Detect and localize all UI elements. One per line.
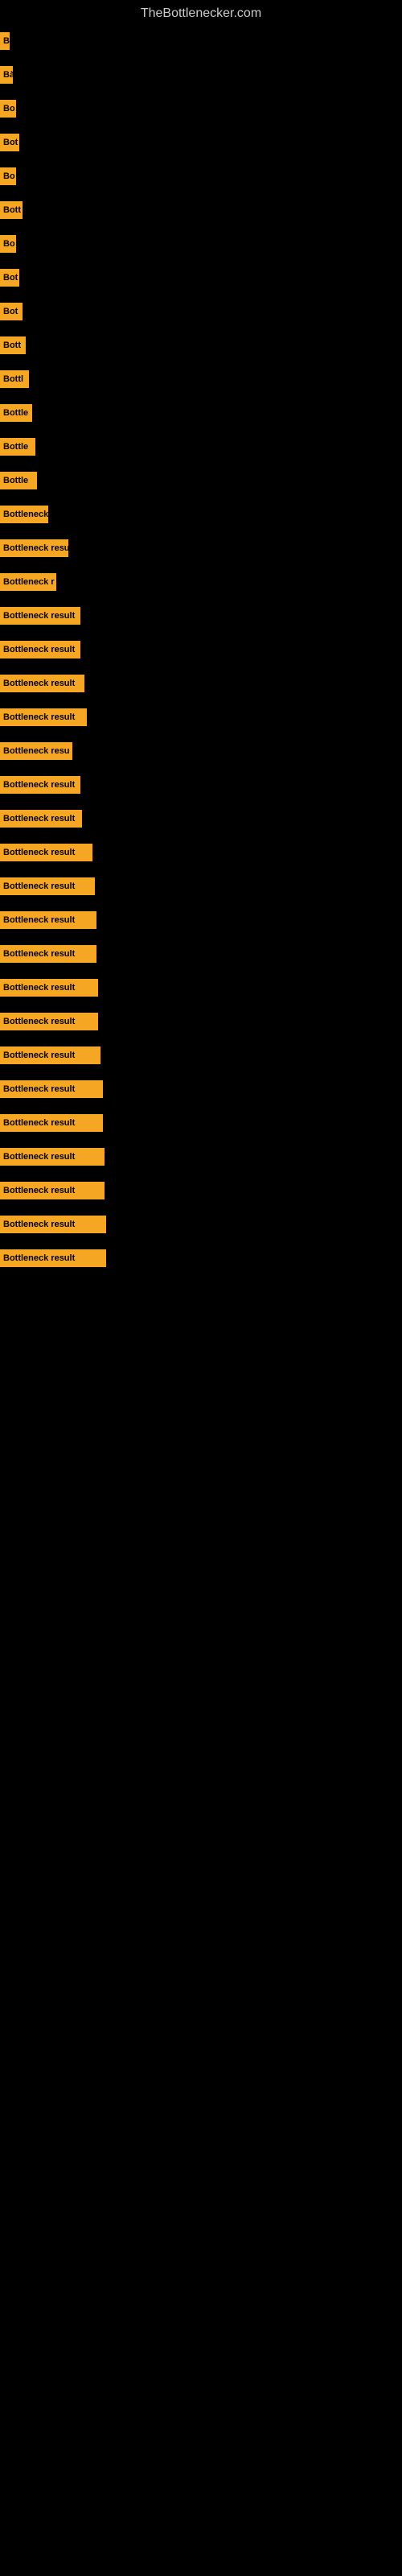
bar-label: Bottleneck result	[0, 776, 80, 794]
bar-label: Bottleneck result	[0, 1249, 106, 1267]
bar-label: Bottleneck	[0, 506, 48, 523]
bar-item: Bottleneck result	[0, 700, 402, 734]
bar-item: Bo	[0, 92, 402, 126]
bar-label: Bottleneck result	[0, 911, 96, 929]
bar-item: Bottleneck resu	[0, 734, 402, 768]
bar-item: Bottleneck result	[0, 667, 402, 700]
bar-label: Bottleneck result	[0, 708, 87, 726]
bar-item: Bottle	[0, 396, 402, 430]
bar-label: Bottleneck resu	[0, 539, 68, 557]
bar-label: Bottle	[0, 472, 37, 489]
bar-label: B	[0, 32, 10, 50]
bar-label: Bà	[0, 66, 13, 84]
bar-item: Bottleneck result	[0, 1174, 402, 1208]
bar-item: Bot	[0, 295, 402, 328]
bar-label: Bo	[0, 167, 16, 185]
bar-item: B	[0, 24, 402, 58]
bar-label: Bottleneck result	[0, 1216, 106, 1233]
bar-label: Bottleneck result	[0, 1013, 98, 1030]
bar-item: Bot	[0, 261, 402, 295]
bar-item: Bottleneck result	[0, 633, 402, 667]
bar-item: Bo	[0, 227, 402, 261]
bar-label: Bottleneck result	[0, 641, 80, 658]
bar-item: Bottleneck result	[0, 1140, 402, 1174]
bar-item: Bottleneck r	[0, 565, 402, 599]
bar-item: Bottleneck resu	[0, 531, 402, 565]
bar-label: Bottleneck result	[0, 979, 98, 997]
bar-item: Bottleneck result	[0, 903, 402, 937]
bar-label: Bot	[0, 269, 19, 287]
bar-item: Bottleneck result	[0, 768, 402, 802]
bars-container: B Bà Bo Bot Bo Bott Bo Bot Bot Bott Bottl Bottle Bot…	[0, 24, 402, 1275]
bar-label: Bottleneck resu	[0, 742, 72, 760]
bar-label: Bottleneck result	[0, 675, 84, 692]
bar-label: Bottl	[0, 370, 29, 388]
bar-label: Bot	[0, 134, 19, 151]
bar-label: Bott	[0, 201, 23, 219]
bar-label: Bottle	[0, 438, 35, 456]
bar-item: Bottleneck result	[0, 802, 402, 836]
bar-label: Bottleneck result	[0, 1080, 103, 1098]
bar-item: Bottleneck result	[0, 1038, 402, 1072]
bar-label: Bo	[0, 100, 16, 118]
bar-label: Bottleneck result	[0, 1148, 105, 1166]
bar-label: Bottleneck result	[0, 1182, 105, 1199]
bar-item: Bottle	[0, 464, 402, 497]
bar-item: Bottleneck result	[0, 1208, 402, 1241]
bar-item: Bottleneck result	[0, 1241, 402, 1275]
bar-item: Bottleneck result	[0, 1005, 402, 1038]
bar-label: Bottle	[0, 404, 32, 422]
bar-label: Bottleneck result	[0, 810, 82, 828]
bar-item: Bot	[0, 126, 402, 159]
bar-item: Bottleneck result	[0, 937, 402, 971]
bar-item: Bottleneck result	[0, 599, 402, 633]
bar-item: Bo	[0, 159, 402, 193]
site-title: TheBottlenecker.com	[0, 0, 402, 24]
bar-label: Bottleneck result	[0, 945, 96, 963]
bar-label: Bottleneck result	[0, 1046, 100, 1064]
bar-item: Bottleneck result	[0, 971, 402, 1005]
bar-item: Bottleneck result	[0, 836, 402, 869]
bar-label: Bott	[0, 336, 26, 354]
bar-label: Bo	[0, 235, 16, 253]
bar-label: Bot	[0, 303, 23, 320]
bar-label: Bottleneck result	[0, 877, 95, 895]
bar-item: Bottleneck result	[0, 869, 402, 903]
bar-item: Bottleneck result	[0, 1106, 402, 1140]
bar-label: Bottleneck result	[0, 844, 92, 861]
bar-item: Bottleneck result	[0, 1072, 402, 1106]
bar-item: Bottle	[0, 430, 402, 464]
bar-item: Bottleneck	[0, 497, 402, 531]
bar-label: Bottleneck r	[0, 573, 56, 591]
bar-item: Bott	[0, 193, 402, 227]
bar-item: Bà	[0, 58, 402, 92]
bar-item: Bott	[0, 328, 402, 362]
bar-item: Bottl	[0, 362, 402, 396]
bar-label: Bottleneck result	[0, 1114, 103, 1132]
bar-label: Bottleneck result	[0, 607, 80, 625]
